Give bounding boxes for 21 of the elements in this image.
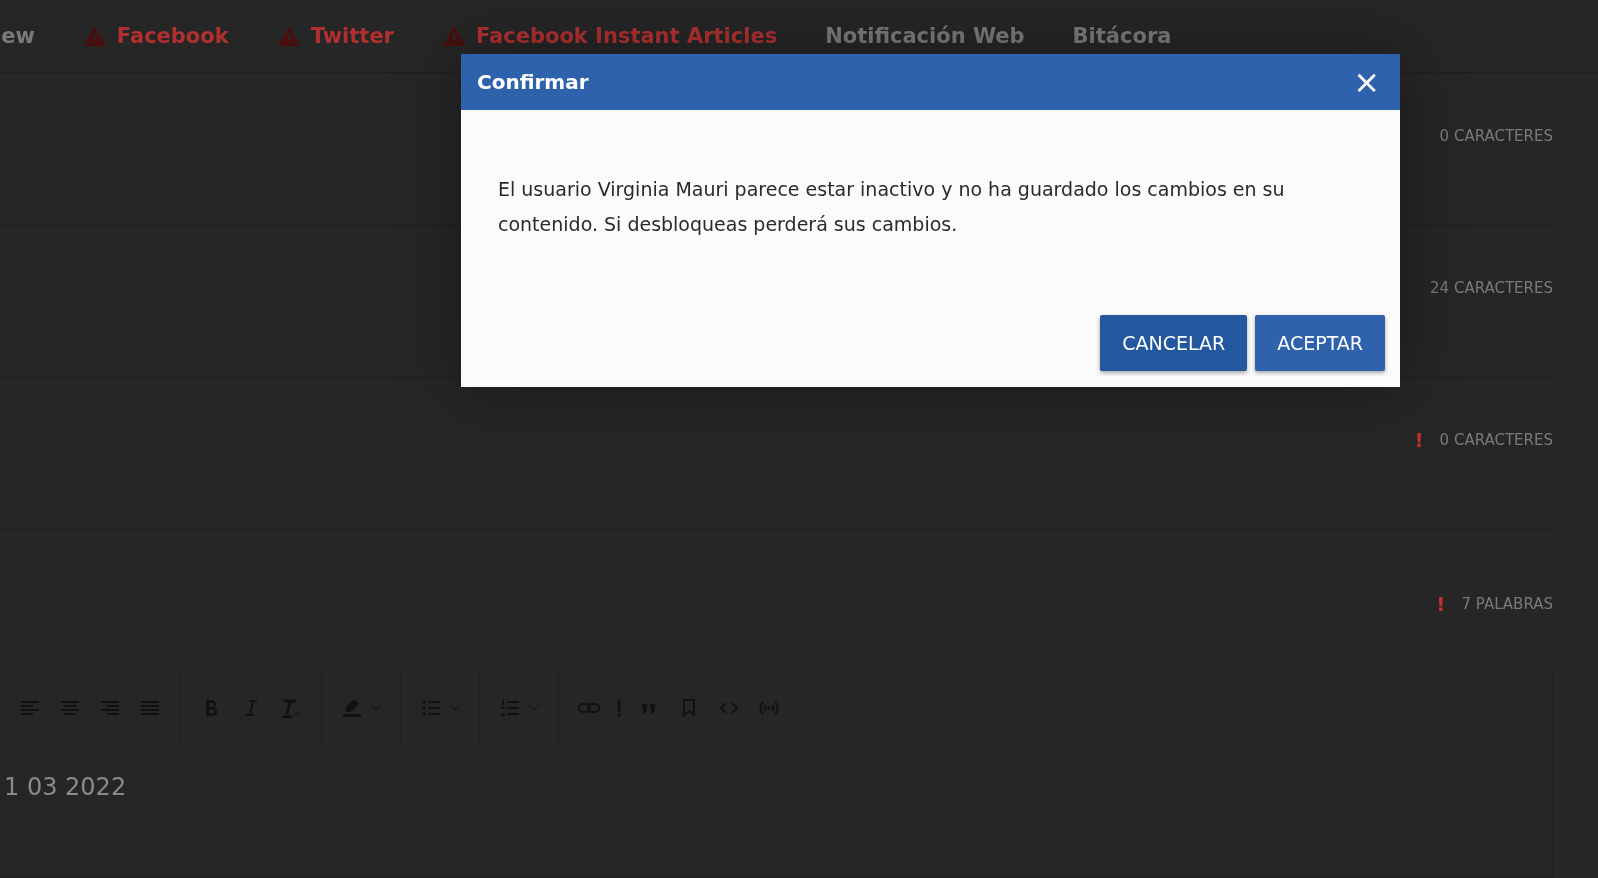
warning-icon [82, 25, 107, 47]
character-counter: 24 CARACTERES [1430, 279, 1553, 297]
warning-icon [276, 25, 301, 47]
character-counter: 0 CARACTERES [1439, 431, 1553, 449]
warning-mark: ! [1436, 595, 1446, 613]
close-button[interactable]: × [1349, 66, 1384, 98]
dialog-message: El usuario Virginia Mauri parece estar inactivo y no ha guardado los cambios en su contenido. Si desbloqueas perderá sus cambios. [498, 177, 1286, 237]
tab[interactable]: iew [0, 24, 35, 48]
tab[interactable]: Facebook Instant Articles [442, 24, 778, 48]
cancel-button[interactable]: CANCELAR [1100, 315, 1248, 371]
editor-text: 1 03 2022 [3, 772, 128, 801]
warning-mark: ! [1414, 431, 1424, 449]
tab[interactable]: Twitter [276, 24, 394, 48]
dialog-title: Confirmar [477, 70, 589, 94]
character-counter: 7 PALABRAS [1461, 595, 1553, 613]
warning-icon [442, 25, 466, 47]
accept-button[interactable]: ACEPTAR [1255, 315, 1385, 371]
tab[interactable]: Facebook [82, 24, 229, 48]
tab[interactable]: Notificación Web [825, 24, 1025, 48]
character-counter: 0 CARACTERES [1439, 127, 1553, 145]
tab[interactable]: Bitácora [1072, 24, 1172, 48]
